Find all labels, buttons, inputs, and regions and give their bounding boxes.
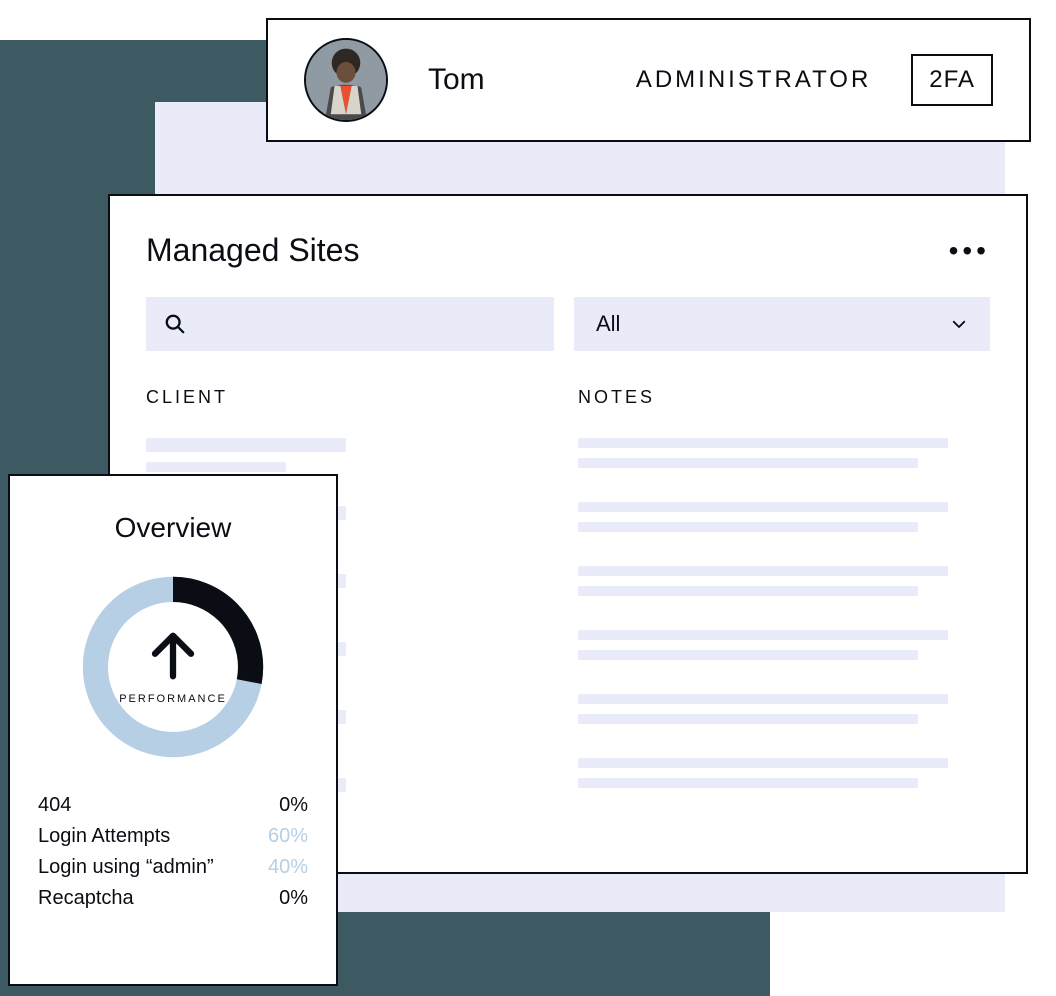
stat-label: Recaptcha	[38, 887, 134, 910]
stat-value: 0%	[279, 794, 308, 817]
overview-card: Overview PERFORMANCE 404 0% Login Attempts…	[8, 474, 338, 986]
stat-row: Login Attempts 60%	[38, 825, 308, 848]
panel-title: Managed Sites	[146, 232, 359, 269]
list-item	[578, 758, 990, 788]
user-name: Tom	[428, 63, 485, 97]
stat-row: 404 0%	[38, 794, 308, 817]
search-input[interactable]	[146, 297, 554, 351]
overview-title: Overview	[38, 512, 308, 544]
list-item	[578, 438, 990, 468]
stat-value: 40%	[268, 856, 308, 879]
column-header-notes: NOTES	[578, 387, 990, 408]
filter-select[interactable]: All	[574, 297, 990, 351]
avatar	[304, 38, 388, 122]
stat-label: 404	[38, 794, 71, 817]
chevron-down-icon	[950, 315, 968, 333]
list-item	[578, 566, 990, 596]
notes-column: NOTES	[578, 387, 990, 846]
stat-label: Login Attempts	[38, 825, 170, 848]
badge-2fa: 2FA	[911, 54, 993, 106]
gauge-label: PERFORMANCE	[119, 693, 227, 705]
stat-value: 0%	[279, 887, 308, 910]
stat-row: Login using “admin” 40%	[38, 856, 308, 879]
list-item	[578, 502, 990, 532]
search-icon	[164, 313, 186, 335]
list-item	[146, 438, 558, 472]
more-menu-button[interactable]: •••	[949, 235, 990, 267]
user-card: Tom ADMINISTRATOR 2FA	[266, 18, 1031, 142]
list-item	[578, 694, 990, 724]
list-item	[578, 630, 990, 660]
column-header-client: CLIENT	[146, 387, 558, 408]
stats-list: 404 0% Login Attempts 60% Login using “admin…	[38, 794, 308, 910]
filter-selected-label: All	[596, 311, 620, 337]
stat-label: Login using “admin”	[38, 856, 214, 879]
user-role: ADMINISTRATOR	[636, 66, 871, 94]
performance-gauge: PERFORMANCE	[76, 570, 270, 764]
arrow-up-icon	[146, 629, 200, 683]
stat-row: Recaptcha 0%	[38, 887, 308, 910]
stat-value: 60%	[268, 825, 308, 848]
